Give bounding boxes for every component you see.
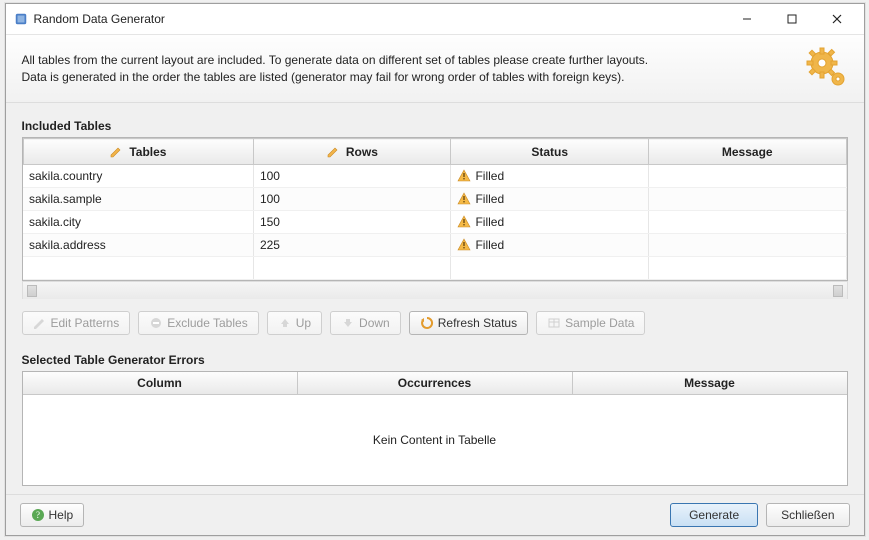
warning-icon bbox=[457, 238, 471, 252]
col-header-column[interactable]: Column bbox=[23, 372, 298, 395]
horizontal-scrollbar[interactable] bbox=[22, 281, 848, 299]
col-header-tables[interactable]: Tables bbox=[23, 139, 253, 165]
cell-table: sakila.address bbox=[23, 234, 253, 257]
cell-message bbox=[648, 165, 846, 188]
header-text: All tables from the current layout are i… bbox=[22, 52, 794, 86]
errors-header: Column Occurrences Message bbox=[23, 372, 847, 395]
cell-status: Filled bbox=[451, 165, 649, 188]
pencil-icon bbox=[33, 316, 47, 330]
header-line1: All tables from the current layout are i… bbox=[22, 52, 794, 69]
sample-data-button[interactable]: Sample Data bbox=[536, 311, 645, 335]
cell-table: sakila.city bbox=[23, 211, 253, 234]
cell-status: Filled bbox=[451, 188, 649, 211]
minus-icon bbox=[149, 316, 163, 330]
errors-grid[interactable]: Column Occurrences Message Kein Content … bbox=[22, 371, 848, 486]
cell-table: sakila.sample bbox=[23, 188, 253, 211]
svg-text:?: ? bbox=[36, 510, 40, 520]
dialog-body: Included Tables Tables Rows Status bbox=[6, 103, 864, 494]
footer: ? Help Generate Schließen bbox=[6, 494, 864, 535]
col-header-message[interactable]: Message bbox=[648, 139, 846, 165]
help-icon: ? bbox=[31, 508, 45, 522]
warning-icon bbox=[457, 169, 471, 183]
close-button[interactable] bbox=[815, 5, 860, 34]
warning-icon bbox=[457, 215, 471, 229]
window-title: Random Data Generator bbox=[34, 12, 725, 26]
table-row[interactable]: sakila.address 225 Filled bbox=[23, 234, 846, 257]
header-line2: Data is generated in the order the table… bbox=[22, 69, 794, 86]
cell-rows: 225 bbox=[253, 234, 451, 257]
exclude-tables-button[interactable]: Exclude Tables bbox=[138, 311, 259, 335]
table-row[interactable]: sakila.sample 100 Filled bbox=[23, 188, 846, 211]
up-button[interactable]: Up bbox=[267, 311, 322, 335]
cell-message bbox=[648, 234, 846, 257]
included-tables-grid[interactable]: Tables Rows Status Message sakila.countr… bbox=[22, 137, 848, 281]
pencil-icon bbox=[327, 146, 339, 158]
cell-status: Filled bbox=[451, 211, 649, 234]
cell-status: Filled bbox=[451, 234, 649, 257]
col-header-status[interactable]: Status bbox=[451, 139, 649, 165]
errors-empty-text: Kein Content in Tabelle bbox=[23, 395, 847, 485]
header: All tables from the current layout are i… bbox=[6, 35, 864, 103]
table-icon bbox=[547, 316, 561, 330]
close-dialog-button[interactable]: Schließen bbox=[766, 503, 849, 527]
window-controls bbox=[725, 5, 860, 34]
help-button[interactable]: ? Help bbox=[20, 503, 85, 527]
cell-message bbox=[648, 188, 846, 211]
table-row[interactable]: sakila.city 150 Filled bbox=[23, 211, 846, 234]
cell-message bbox=[648, 211, 846, 234]
warning-icon bbox=[457, 192, 471, 206]
titlebar: Random Data Generator bbox=[6, 4, 864, 35]
toolbar: Edit Patterns Exclude Tables Up Down Ref… bbox=[22, 311, 848, 335]
maximize-button[interactable] bbox=[770, 5, 815, 34]
cell-table: sakila.country bbox=[23, 165, 253, 188]
dialog-window: Random Data Generator All tables from th… bbox=[5, 3, 865, 536]
generate-button[interactable]: Generate bbox=[670, 503, 758, 527]
edit-patterns-button[interactable]: Edit Patterns bbox=[22, 311, 131, 335]
table-row[interactable]: sakila.country 100 Filled bbox=[23, 165, 846, 188]
arrow-down-icon bbox=[341, 316, 355, 330]
down-button[interactable]: Down bbox=[330, 311, 401, 335]
cell-rows: 150 bbox=[253, 211, 451, 234]
cell-rows: 100 bbox=[253, 188, 451, 211]
included-tables-label: Included Tables bbox=[22, 119, 848, 133]
arrow-up-icon bbox=[278, 316, 292, 330]
minimize-button[interactable] bbox=[725, 5, 770, 34]
app-icon bbox=[14, 12, 28, 26]
col-header-rows[interactable]: Rows bbox=[253, 139, 451, 165]
table-row-empty bbox=[23, 257, 846, 280]
cell-rows: 100 bbox=[253, 165, 451, 188]
col-header-occurrences[interactable]: Occurrences bbox=[298, 372, 573, 395]
errors-label: Selected Table Generator Errors bbox=[22, 353, 848, 367]
col-header-message[interactable]: Message bbox=[573, 372, 847, 395]
gear-icon bbox=[804, 45, 848, 92]
refresh-icon bbox=[420, 316, 434, 330]
refresh-status-button[interactable]: Refresh Status bbox=[409, 311, 528, 335]
pencil-icon bbox=[110, 146, 122, 158]
